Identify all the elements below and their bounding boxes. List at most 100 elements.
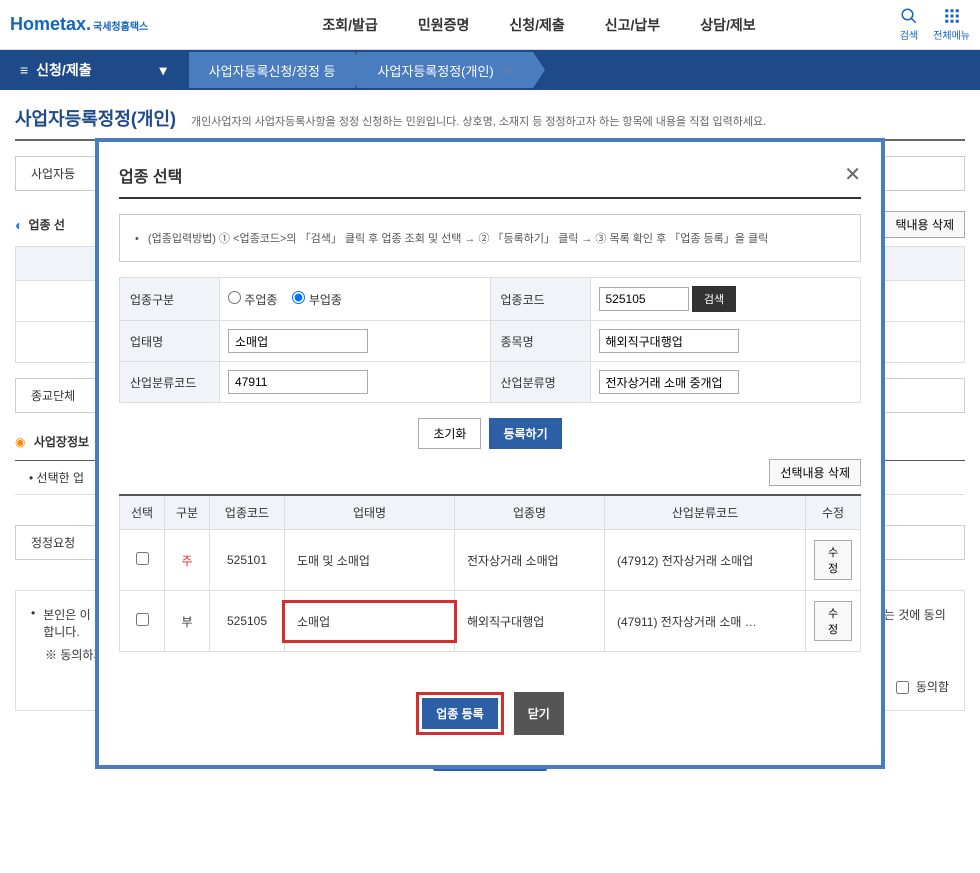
modal-bottom-actions: 업종 등록 닫기 [119, 692, 861, 735]
typename-label: 업태명 [120, 321, 220, 362]
agree-checkbox[interactable] [896, 681, 909, 694]
menu-button[interactable]: 전체메뉴 [933, 7, 970, 42]
register-highlight: 업종 등록 [416, 692, 504, 735]
gubun-cell: 부 [165, 591, 210, 652]
register-button[interactable]: 업종 등록 [422, 698, 498, 729]
nav-consult[interactable]: 상담/제보 [700, 15, 755, 35]
gubun-label: 업종구분 [120, 278, 220, 321]
radio-main-label[interactable]: 주업종 [228, 291, 277, 308]
radio-main[interactable] [228, 291, 241, 304]
list-row: 주 525101 도매 및 소매업 전자상거래 소매업 (47912) 전자상거… [120, 530, 861, 591]
typename-cell: 도매 및 소매업 [285, 530, 455, 591]
star-icon[interactable]: ☆ [502, 62, 514, 78]
indname-label: 산업분류명 [490, 362, 590, 403]
row-checkbox[interactable] [136, 552, 149, 565]
industry-modal: 업종 선택 ✕ • (업종입력방법) ① <업종코드>의 「검색」 클릭 후 업… [95, 138, 885, 769]
radio-sub-label[interactable]: 부업종 [292, 291, 341, 308]
breadcrumb-1-label: 사업자등록신청/정정 등 [209, 61, 336, 80]
page-desc: 개인사업자의 사업자등록사항을 정정 신청하는 민원입니다. 상호명, 소재지 … [191, 113, 766, 129]
itemname-input[interactable] [599, 329, 739, 353]
indname-input[interactable] [599, 370, 739, 394]
th-itemname: 업종명 [455, 495, 605, 530]
section-title: 업종 선 [28, 216, 64, 233]
code-label: 업종코드 [490, 278, 590, 321]
industry-cell: (47912) 전자상거래 소매업 [605, 530, 806, 591]
itemname-cell: 해외직구대행업 [455, 591, 605, 652]
header-actions: 검색 전체메뉴 [900, 7, 970, 42]
modal-right-actions: 선택내용 삭제 [119, 459, 861, 486]
delete-content-button[interactable]: 택내용 삭제 [884, 211, 965, 238]
search-icon [900, 7, 918, 25]
gubun-cell: 주 [181, 554, 192, 568]
edit-button[interactable]: 수정 [814, 540, 852, 580]
logo-text: Hometax. [10, 14, 91, 35]
modal-list-table: 선택 구분 업종코드 업태명 업종명 산업분류코드 수정 주 525101 도매… [119, 494, 861, 652]
itemname-cell: 전자상거래 소매업 [455, 530, 605, 591]
agree-text: 동의함 [916, 680, 949, 694]
nav-lookup[interactable]: 조회/발급 [322, 15, 377, 35]
modal-header: 업종 선택 ✕ [119, 162, 861, 199]
bullet-icon: ◐ [15, 217, 23, 233]
help-box: • (업종입력방법) ① <업종코드>의 「검색」 클릭 후 업종 조회 및 선… [119, 214, 861, 262]
radio-sub[interactable] [292, 291, 305, 304]
indcode-input[interactable] [228, 370, 368, 394]
breadcrumb-1[interactable]: 사업자등록신청/정정 등 [189, 52, 356, 88]
page-title-row: 사업자등록정정(개인) 개인사업자의 사업자등록사항을 정정 신청하는 민원입니… [15, 105, 965, 141]
breadcrumb-2[interactable]: 사업자등록정정(개인) ☆ [357, 52, 533, 88]
register-item-button[interactable]: 등록하기 [489, 418, 561, 449]
industry-cell: (47911) 전자상거래 소매 … [605, 591, 806, 652]
code-cell: 525105 [210, 591, 285, 652]
sub-nav: ≡ 신청/제출 ▾ 사업자등록신청/정정 등 사업자등록정정(개인) ☆ [0, 50, 980, 90]
itemname-label: 종목명 [490, 321, 590, 362]
th-edit: 수정 [806, 495, 861, 530]
tab-label: 사업자등 [31, 167, 75, 181]
code-cell: 525101 [210, 530, 285, 591]
bullet-icon: • [135, 233, 139, 245]
help-text: (업종입력방법) ① <업종코드>의 「검색」 클릭 후 업종 조회 및 선택 … [148, 233, 768, 245]
radio-main-text: 주업종 [244, 293, 277, 307]
edit-button[interactable]: 수정 [814, 601, 852, 641]
row-checkbox[interactable] [136, 613, 149, 626]
reset-button[interactable]: 초기화 [418, 418, 481, 449]
logo-sub: 국세청홈택스 [93, 18, 148, 33]
page-title: 사업자등록정정(개인) [15, 105, 176, 131]
correction-label: 정정요청 [31, 536, 75, 550]
th-indcode: 산업분류코드 [605, 495, 806, 530]
bullet-icon: • [31, 606, 35, 640]
grid-icon [943, 7, 961, 25]
search-button[interactable]: 검색 [900, 7, 918, 42]
modal-title: 업종 선택 [119, 163, 182, 187]
radio-sub-text: 부업종 [309, 293, 342, 307]
breadcrumb-2-label: 사업자등록정정(개인) [377, 61, 493, 80]
chevron-down-icon: ▾ [160, 62, 167, 79]
typename-cell-highlighted: 소매업 [285, 603, 454, 640]
modal-form-actions: 초기화 등록하기 [119, 418, 861, 449]
main-nav: 조회/발급 민원증명 신청/제출 신고/납부 상담/제보 [178, 15, 900, 35]
th-typename: 업태명 [285, 495, 455, 530]
close-button[interactable]: 닫기 [514, 692, 564, 735]
subnav-main[interactable]: ≡ 신청/제출 ▾ [0, 50, 187, 90]
th-gubun: 구분 [165, 495, 210, 530]
code-input[interactable] [599, 287, 689, 311]
close-icon[interactable]: ✕ [844, 162, 861, 187]
bullet-orange-icon: ◉ [15, 435, 25, 449]
indcode-label: 산업분류코드 [120, 362, 220, 403]
th-select: 선택 [120, 495, 165, 530]
logo[interactable]: Hometax. 국세청홈택스 [10, 14, 148, 35]
search-button[interactable]: 검색 [692, 286, 736, 312]
hamburger-icon: ≡ [20, 62, 28, 78]
location-title: 사업장정보 [34, 435, 89, 449]
modal-form: 업종구분 주업종 부업종 업종코드 검색 업태명 종목명 [119, 277, 861, 403]
delete-selected-button[interactable]: 선택내용 삭제 [769, 459, 861, 486]
nav-cert[interactable]: 민원증명 [418, 15, 470, 35]
gubun-radio-group: 주업종 부업종 [228, 291, 482, 308]
nav-apply[interactable]: 신청/제출 [509, 15, 564, 35]
selected-label: 선택한 업 [37, 471, 85, 485]
search-label: 검색 [900, 27, 918, 42]
list-row: 부 525105 소매업 해외직구대행업 (47911) 전자상거래 소매 … … [120, 591, 861, 652]
nav-report[interactable]: 신고/납부 [605, 15, 660, 35]
main-header: Hometax. 국세청홈택스 조회/발급 민원증명 신청/제출 신고/납부 상… [0, 0, 980, 50]
subnav-main-label: 신청/제출 [36, 60, 91, 80]
menu-label: 전체메뉴 [933, 27, 970, 42]
typename-input[interactable] [228, 329, 368, 353]
